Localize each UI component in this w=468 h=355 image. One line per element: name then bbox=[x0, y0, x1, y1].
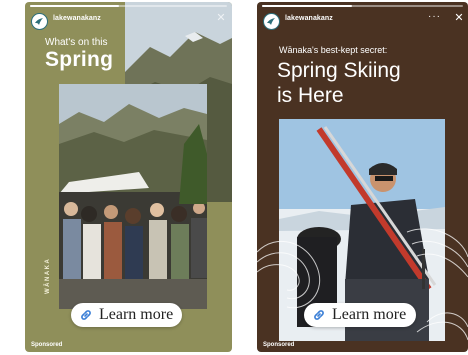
learn-more-label: Learn more bbox=[99, 306, 174, 323]
side-brand-label: WĀNAKA bbox=[45, 257, 51, 294]
bird-logo-icon bbox=[267, 18, 275, 25]
more-icon[interactable]: ··· bbox=[428, 11, 441, 22]
story-card-spring[interactable]: lakewanakanz ✕ What's on this Spring WĀN… bbox=[25, 2, 232, 352]
bird-logo-icon bbox=[35, 18, 43, 25]
headline-eyebrow: Wānaka's best-kept secret: bbox=[279, 45, 388, 55]
story-card-spring-skiing[interactable]: lakewanakanz ··· ✕ Wānaka's best-kept se… bbox=[257, 2, 468, 352]
story-progress-bar bbox=[30, 5, 227, 7]
headline-title-line-2: is Here bbox=[277, 84, 344, 107]
story-progress-bar bbox=[262, 5, 463, 7]
story-progress-fill bbox=[262, 5, 353, 7]
story-progress-fill bbox=[30, 5, 119, 7]
sponsored-label: Sponsored bbox=[263, 342, 295, 348]
account-handle[interactable]: lakewanakanz bbox=[53, 15, 101, 22]
close-icon[interactable]: ✕ bbox=[215, 12, 227, 24]
terrace-crowd-photo bbox=[59, 84, 207, 309]
close-icon[interactable]: ✕ bbox=[453, 12, 465, 24]
learn-more-button[interactable]: Learn more bbox=[71, 303, 182, 327]
headline-title-line-1: Spring Skiing bbox=[277, 59, 401, 82]
headline-title: Spring bbox=[45, 48, 114, 71]
account-avatar[interactable] bbox=[263, 13, 280, 30]
link-icon bbox=[81, 310, 91, 320]
account-avatar[interactable] bbox=[31, 13, 48, 30]
learn-more-button[interactable]: Learn more bbox=[304, 303, 416, 327]
learn-more-label: Learn more bbox=[332, 306, 407, 323]
link-icon bbox=[314, 310, 324, 320]
account-handle[interactable]: lakewanakanz bbox=[285, 15, 333, 22]
headline-title: Spring Skiing is Here bbox=[277, 58, 401, 108]
sponsored-label: Sponsored bbox=[31, 342, 63, 348]
headline-eyebrow: What's on this bbox=[45, 37, 108, 48]
